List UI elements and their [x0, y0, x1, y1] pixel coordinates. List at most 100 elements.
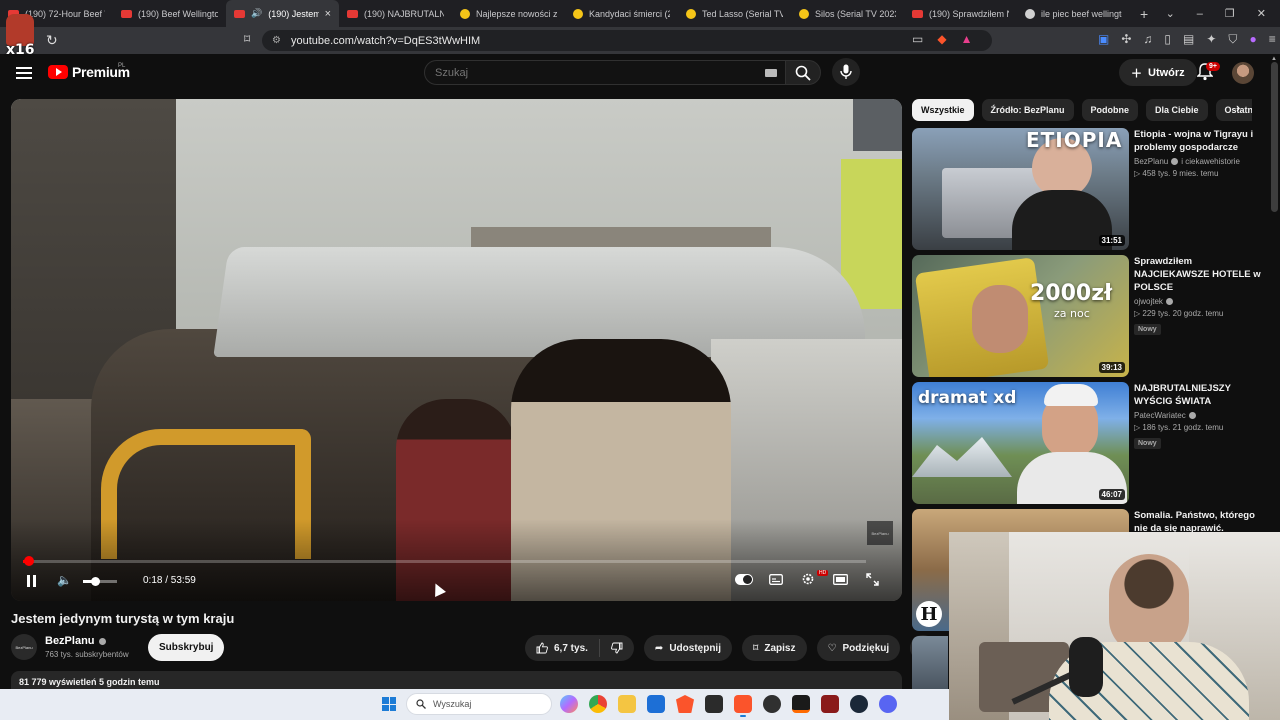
recommendation-title[interactable]: NAJBRUTALNIEJSZY WYŚCIG ŚWIATA [1134, 382, 1262, 408]
browser-tab[interactable]: ile piec beef wellingtc [1017, 0, 1130, 27]
progress-bar[interactable] [23, 556, 866, 566]
brave-shields-icon[interactable]: ◆ [937, 32, 946, 46]
browser-tab[interactable]: Silos (Serial TV 2023-2 [791, 0, 904, 27]
filmweb-icon [573, 8, 583, 19]
app-shield-icon[interactable] [821, 695, 839, 713]
browser-tab[interactable]: Kandydaci śmierci (20 [565, 0, 678, 27]
wallet-icon[interactable]: ▤ [1183, 32, 1194, 47]
gear-icon [802, 573, 814, 585]
settings-button[interactable] [799, 572, 817, 586]
puzzle-icon[interactable]: ✣ [1121, 32, 1131, 47]
app-red-icon[interactable] [792, 695, 810, 713]
brave-active-icon[interactable] [734, 695, 752, 717]
create-button[interactable]: ＋ Utwórz [1119, 59, 1197, 86]
obs-icon[interactable] [763, 695, 781, 713]
brave-rewards-icon[interactable]: ▲ [961, 32, 973, 46]
voice-search-button[interactable] [832, 58, 860, 86]
user-avatar[interactable] [1232, 62, 1254, 84]
steam-icon[interactable] [850, 695, 868, 713]
store-icon[interactable] [647, 695, 665, 713]
page-scrollbar[interactable] [1271, 62, 1278, 212]
files-icon[interactable] [618, 695, 636, 713]
channel-name-row[interactable]: BezPlanu [45, 635, 106, 647]
video-thumbnail-partial[interactable] [912, 636, 948, 689]
close-tab-icon[interactable]: × [325, 8, 331, 20]
chip-similar[interactable]: Podobne [1081, 99, 1139, 121]
hamburger-menu-icon[interactable] [16, 67, 32, 79]
chrome-icon[interactable] [589, 695, 607, 713]
music-icon[interactable]: ♫ [1143, 32, 1152, 47]
video-thumbnail[interactable]: dramat xd 46:07 [912, 382, 1129, 504]
fullscreen-button[interactable] [863, 572, 881, 586]
chip-source-channel[interactable]: Źródło: BezPlanu [981, 99, 1074, 121]
shield-icon[interactable]: ⛉ [1228, 32, 1237, 47]
cast-icon[interactable]: ▭ [912, 32, 923, 46]
share-button[interactable]: ➦ Udostępnij [643, 635, 732, 661]
video-thumbnail[interactable]: 2000zł za noc 39:13 [912, 255, 1129, 377]
thanks-button[interactable]: ♡ Podziękuj [816, 635, 901, 661]
minimize-icon[interactable]: – [1197, 8, 1203, 20]
search-box[interactable] [424, 60, 786, 85]
channel-name[interactable]: BezPlanu [45, 635, 95, 647]
thumbnail-helmet [1044, 384, 1098, 406]
app-icon[interactable] [705, 695, 723, 713]
video-thumbnail[interactable]: ETIOPIA 31:51 [912, 128, 1129, 250]
tab-search-icon[interactable]: ⌄ [1166, 7, 1175, 20]
autoplay-toggle[interactable] [735, 572, 753, 586]
new-tab-button[interactable]: + [1130, 6, 1158, 22]
vpn-icon[interactable]: ✦ [1206, 32, 1216, 47]
copilot-icon[interactable] [560, 695, 578, 713]
recommendation-item[interactable]: dramat xd 46:07 NAJBRUTALNIEJSZY WYŚCIG … [912, 382, 1262, 504]
chip-for-you[interactable]: Dla Ciebie [1146, 99, 1208, 121]
like-button[interactable]: 6,7 tys. [525, 639, 600, 657]
recommendation-channel[interactable]: BezPlanu i ciekawehistorie [1134, 157, 1262, 166]
search-button[interactable] [785, 60, 821, 85]
thumbnail-text: 2000zł [1030, 281, 1113, 306]
recommendation-item[interactable]: ETIOPIA 31:51 Etiopia - wojna w Tigrayu … [912, 128, 1262, 250]
browser-tab[interactable]: (190) Beef Wellington [113, 0, 226, 27]
description-box[interactable]: 81 779 wyświetleń 5 godzin temu [11, 671, 902, 691]
recommendation-title[interactable]: Sprawdziłem NAJCIEKAWSZE HOTELE w POLSCE [1134, 255, 1262, 294]
volume-handle[interactable] [91, 577, 100, 586]
close-window-icon[interactable]: ✕ [1257, 7, 1266, 20]
discord-icon[interactable] [879, 695, 897, 713]
recommendation-info: NAJBRUTALNIEJSZY WYŚCIG ŚWIATA PatecWari… [1134, 382, 1262, 450]
recommendation-channel[interactable]: ojwojtek [1134, 297, 1262, 306]
channel-avatar[interactable]: BezPlanu [11, 634, 37, 660]
chip-all[interactable]: Wszystkie [912, 99, 974, 121]
bookmark-icon[interactable]: ⌑ [244, 32, 250, 46]
browser-tab-active[interactable]: 🔊 (190) Jestem je × [226, 0, 339, 27]
tab-label: (190) Jestem je [268, 8, 319, 19]
pause-button[interactable] [27, 575, 39, 587]
video-player[interactable]: BezPlanu 🔈 0:18 / 53:59 [11, 99, 902, 601]
windows-start-icon[interactable] [382, 697, 396, 711]
volume-icon[interactable]: 🔈 [57, 573, 72, 587]
scrubber-handle[interactable] [24, 556, 34, 566]
chevron-right-icon[interactable]: › [1236, 100, 1250, 115]
brave-icon[interactable] [676, 695, 694, 713]
sidebar-icon[interactable]: ▯ [1164, 32, 1171, 47]
site-info-icon[interactable]: ⚙ [272, 35, 281, 46]
subtitles-button[interactable] [767, 572, 785, 586]
taskbar-search[interactable]: Wyszukaj [406, 693, 552, 715]
keyboard-icon[interactable] [765, 69, 777, 77]
recommendation-title[interactable]: Etiopia - wojna w Tigrayu i problemy gos… [1134, 128, 1262, 154]
browser-tab[interactable]: Ted Lasso (Serial TV 20 [678, 0, 791, 27]
theater-mode-button[interactable] [831, 572, 849, 586]
dislike-button[interactable] [600, 642, 634, 654]
leo-icon[interactable]: ● [1249, 32, 1256, 47]
volume-slider[interactable] [83, 577, 117, 586]
restore-icon[interactable]: ❐ [1225, 7, 1235, 20]
extension-icon[interactable]: ▣ [1098, 32, 1109, 47]
browser-tab[interactable]: Najlepsze nowości ze [452, 0, 565, 27]
recommendation-item[interactable]: 2000zł za noc 39:13 Sprawdziłem NAJCIEKA… [912, 255, 1262, 377]
recommendation-channel[interactable]: PatecWariatec [1134, 411, 1262, 420]
browser-tab[interactable]: (190) NAJBRUTALNIEJ [339, 0, 452, 27]
menu-icon[interactable]: ≡ [1269, 32, 1276, 47]
save-button[interactable]: ⌑ Zapisz [741, 635, 807, 661]
browser-tab[interactable]: (190) Sprawdziłem NA [904, 0, 1017, 27]
url-field[interactable]: ⚙ youtube.com/watch?v=DqES3tWwHIM [262, 30, 992, 51]
subscribe-button[interactable]: Subskrybuj [148, 634, 225, 661]
reload-icon[interactable]: ↻ [46, 32, 58, 49]
search-input[interactable] [435, 66, 755, 79]
